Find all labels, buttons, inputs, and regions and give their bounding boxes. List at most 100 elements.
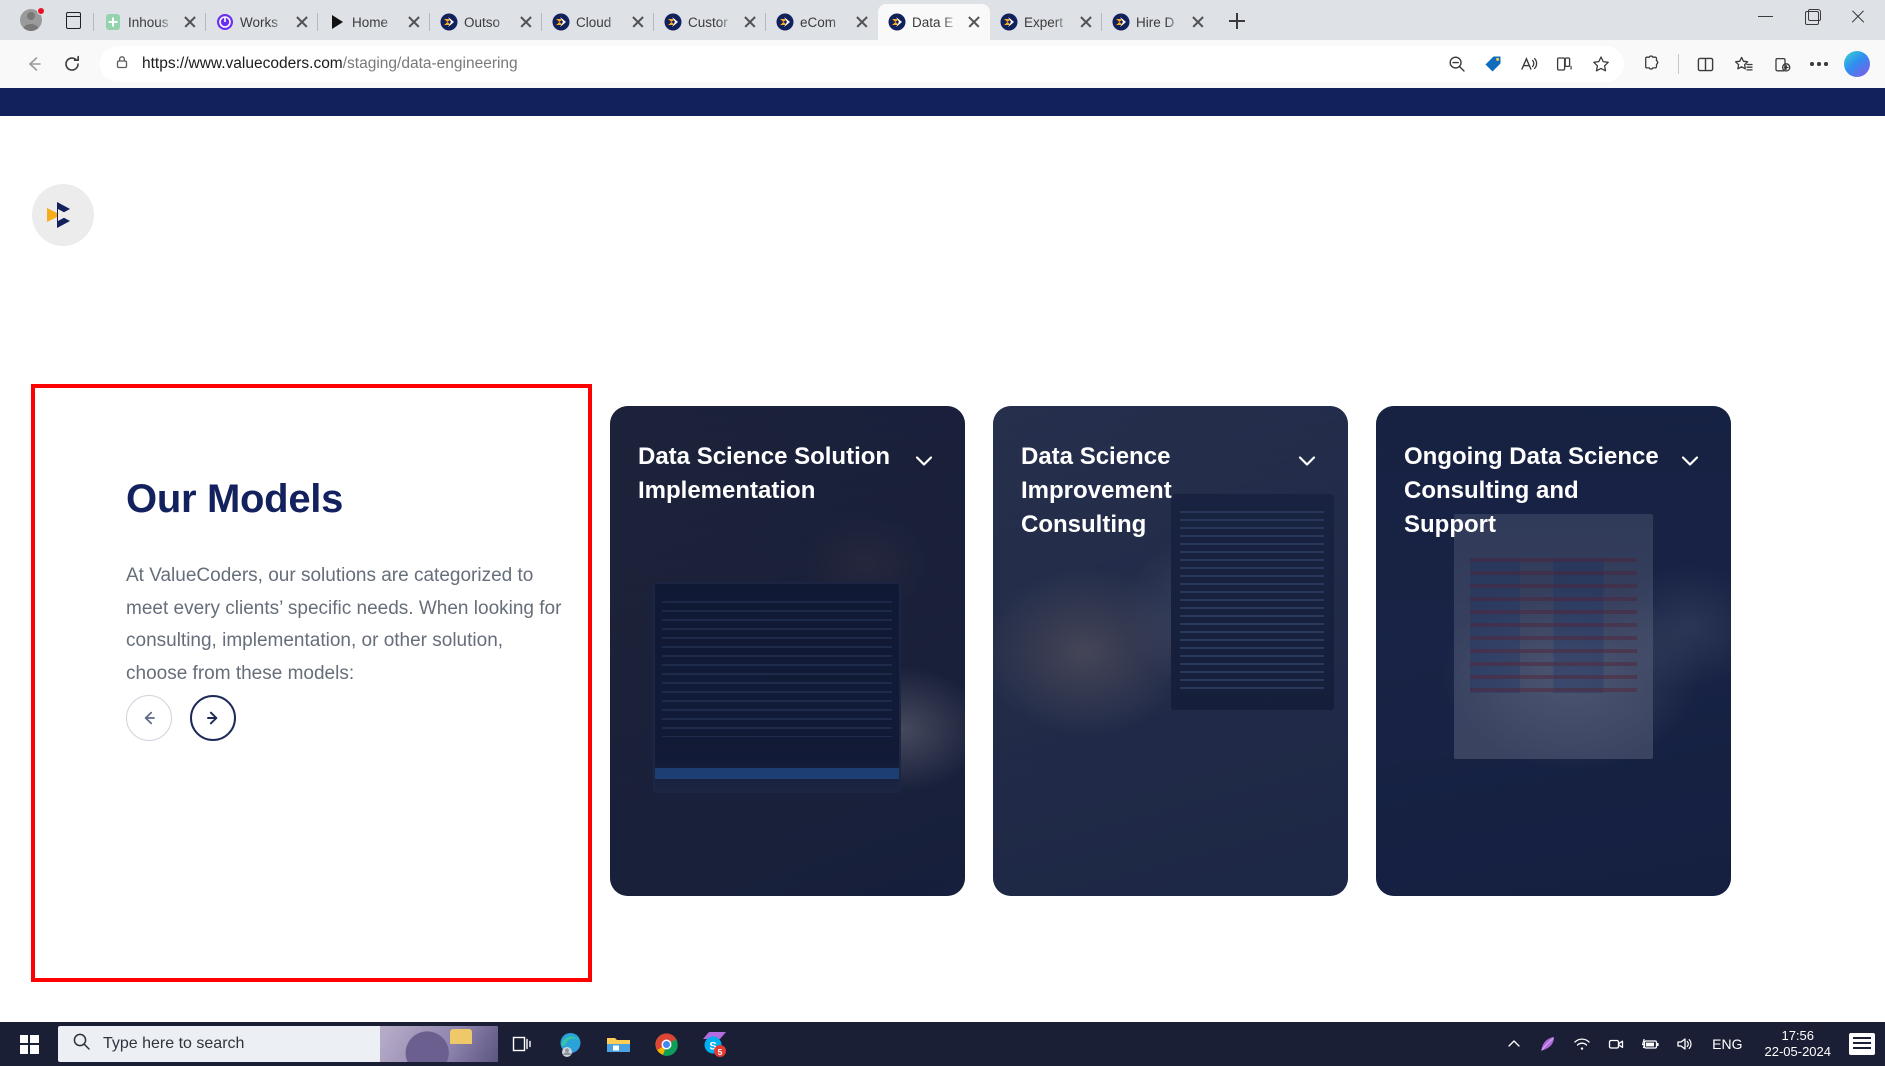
url-text: https://www.valuecoders.com/staging/data… <box>142 55 1440 73</box>
toolbar-separator <box>1678 54 1679 74</box>
tab-divider <box>989 13 990 31</box>
profile-alert-dot <box>37 7 45 15</box>
carousel-controls <box>126 694 566 741</box>
taskbar-search-input[interactable]: Type here to search <box>58 1026 498 1062</box>
settings-more-icon[interactable] <box>1801 46 1837 82</box>
refresh-button[interactable] <box>54 46 90 82</box>
address-bar[interactable]: https://www.valuecoders.com/staging/data… <box>100 46 1624 82</box>
browser-tab-2[interactable]: Home <box>317 4 430 40</box>
tab-actions-button[interactable] <box>58 5 88 35</box>
read-aloud-icon[interactable] <box>1512 48 1546 80</box>
task-view-icon[interactable] <box>498 1022 546 1066</box>
tab-close-button[interactable] <box>964 12 984 32</box>
our-models-section: Our Models At ValueCoders, our solutions… <box>0 116 1885 1022</box>
chevron-down-icon[interactable] <box>1294 448 1320 479</box>
skype-icon[interactable]: S5 <box>690 1022 738 1066</box>
url-path: /staging/data-engineering <box>342 55 518 72</box>
tab-close-button[interactable] <box>1076 12 1096 32</box>
tab-close-button[interactable] <box>628 12 648 32</box>
start-button[interactable] <box>0 1022 58 1066</box>
browser-tab-9[interactable]: Hire D <box>1101 4 1214 40</box>
edge-icon[interactable] <box>546 1022 594 1066</box>
tab-close-button[interactable] <box>516 12 536 32</box>
workspace-icon <box>216 13 234 31</box>
split-screen-icon[interactable] <box>1687 46 1723 82</box>
browser-tab-6[interactable]: eCom <box>765 4 878 40</box>
chevron-down-icon[interactable] <box>1677 448 1703 479</box>
notifications-button[interactable] <box>1849 1033 1875 1055</box>
close-window-button[interactable] <box>1835 0 1881 32</box>
tab-strip: Inhous Works Home Outso Cloud Custor eCo… <box>0 0 1885 40</box>
show-hidden-icons-icon[interactable] <box>1498 1022 1530 1066</box>
search-placeholder: Type here to search <box>103 1035 245 1052</box>
profile-button[interactable] <box>14 3 48 37</box>
network-icon[interactable] <box>1566 1022 1598 1066</box>
chevron-down-icon[interactable] <box>911 448 937 479</box>
tab-close-button[interactable] <box>852 12 872 32</box>
browser-tab-5[interactable]: Custor <box>653 4 766 40</box>
tab-title: Data E <box>912 14 954 30</box>
browser-tab-0[interactable]: Inhous <box>93 4 206 40</box>
tab-title: Works <box>240 14 279 30</box>
clock[interactable]: 17:56 22-05-2024 <box>1755 1028 1842 1061</box>
tab-divider <box>1101 13 1102 31</box>
tab-title: Outso <box>464 14 501 30</box>
browser-tab-4[interactable]: Cloud <box>541 4 654 40</box>
favorites-icon[interactable] <box>1725 46 1761 82</box>
url-host: https://www.valuecoders.com <box>142 55 343 72</box>
minimize-button[interactable] <box>1743 0 1789 32</box>
page-viewport: Our Models At ValueCoders, our solutions… <box>0 88 1885 1022</box>
play-icon <box>328 13 346 31</box>
tab-title: Expert <box>1024 14 1064 30</box>
collections-icon[interactable] <box>1763 46 1799 82</box>
browser-tab-1[interactable]: Works <box>205 4 318 40</box>
card-title: Data Science Improvement Consulting <box>1021 443 1172 539</box>
tab-divider <box>653 13 654 31</box>
model-card-0[interactable]: Data Science Solution Implementation <box>610 406 965 896</box>
feather-app-icon[interactable] <box>1532 1022 1564 1066</box>
language-indicator[interactable]: ENG <box>1702 1036 1752 1052</box>
tab-title: Home <box>352 14 389 30</box>
zoom-out-icon[interactable] <box>1440 48 1474 80</box>
clock-date: 22-05-2024 <box>1764 1044 1832 1059</box>
shopping-tag-icon[interactable] <box>1476 48 1510 80</box>
card-header: Data Science Solution Implementation <box>638 440 937 508</box>
copilot-glyph <box>1844 51 1870 77</box>
back-button[interactable] <box>16 46 52 82</box>
chrome-icon[interactable] <box>642 1022 690 1066</box>
copilot-icon[interactable] <box>1839 46 1875 82</box>
new-tab-button[interactable] <box>1222 6 1252 36</box>
lock-icon <box>114 54 130 75</box>
tab-divider <box>317 13 318 31</box>
card-title: Data Science Solution Implementation <box>638 443 891 505</box>
carousel-next-button[interactable] <box>190 694 236 741</box>
model-card-1[interactable]: Data Science Improvement Consulting <box>993 406 1348 896</box>
browser-tab-7-active[interactable]: Data E <box>878 4 990 40</box>
tab-close-button[interactable] <box>180 12 200 32</box>
tab-close-button[interactable] <box>404 12 424 32</box>
tab-title: eCom <box>800 14 837 30</box>
tab-close-button[interactable] <box>292 12 312 32</box>
file-explorer-icon[interactable] <box>594 1022 642 1066</box>
volume-icon[interactable] <box>1668 1022 1700 1066</box>
battery-icon[interactable] <box>1634 1022 1666 1066</box>
page-title: Our Models <box>126 477 344 521</box>
browser-tab-3[interactable]: Outso <box>429 4 542 40</box>
carousel-prev-button[interactable] <box>126 694 172 741</box>
browser-toolbar: https://www.valuecoders.com/staging/data… <box>0 40 1885 88</box>
tab-divider <box>765 13 766 31</box>
arrow-left-icon <box>144 711 155 724</box>
arrow-right-icon <box>207 711 218 725</box>
tab-close-button[interactable] <box>740 12 760 32</box>
camera-icon[interactable] <box>1600 1022 1632 1066</box>
immersive-reader-icon[interactable] <box>1548 48 1582 80</box>
window-controls <box>1743 0 1881 32</box>
extensions-icon[interactable] <box>1634 46 1670 82</box>
valuecoders-icon <box>1112 13 1130 31</box>
favorite-star-icon[interactable] <box>1584 48 1618 80</box>
tab-close-button[interactable] <box>1188 12 1208 32</box>
browser-tab-8[interactable]: Expert <box>990 4 1102 40</box>
model-card-2[interactable]: Ongoing Data Science Consulting and Supp… <box>1376 406 1731 896</box>
search-decoration-image <box>380 1026 498 1062</box>
maximize-button[interactable] <box>1789 0 1835 32</box>
